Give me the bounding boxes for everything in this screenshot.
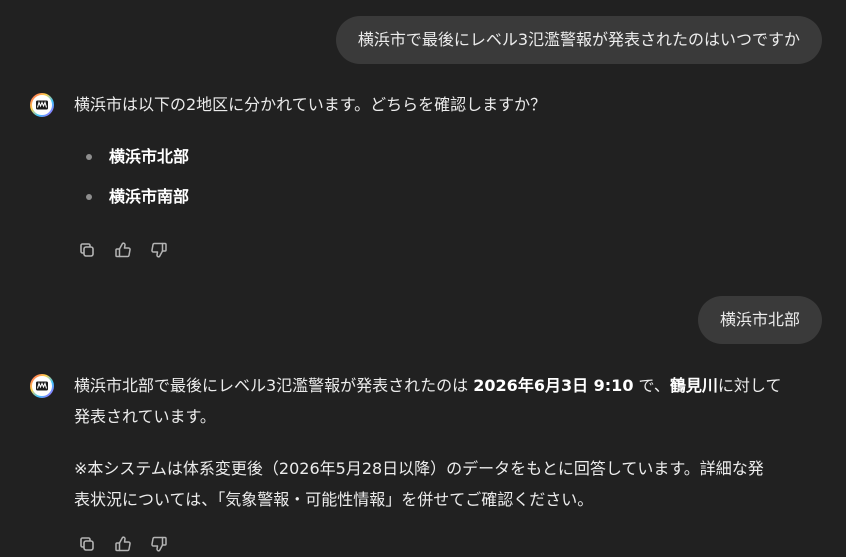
thumbs-down-icon [151, 242, 167, 258]
user-message-bubble: 横浜市で最後にレベル3氾濫警報が発表されたのはいつですか [335, 16, 822, 64]
copy-icon [80, 537, 94, 551]
thumbs-up-icon [115, 536, 131, 552]
district-option-label: 横浜市南部 [109, 187, 190, 206]
assistant-message-text: 横浜市は以下の2地区に分かれています。どちらを確認しますか？ [74, 89, 824, 120]
list-item: 横浜市北部 [86, 137, 189, 177]
note-line-1: ※本システムは体系変更後（2026年5月28日以降）のデータをもとに回答していま… [74, 459, 764, 478]
copy-button[interactable] [76, 239, 98, 261]
message-actions [76, 533, 170, 555]
answer-river: 鶴見川 [669, 376, 718, 395]
thumbs-up-icon [115, 242, 131, 258]
answer-text: で、 [633, 376, 670, 395]
note-line-2: 表状況については、「気象警報・可能性情報」を併せてご確認ください。 [74, 490, 594, 509]
thumbs-down-button[interactable] [148, 239, 170, 261]
assistant-note: ※本システムは体系変更後（2026年5月28日以降）のデータをもとに回答していま… [74, 453, 824, 515]
district-options-list: 横浜市北部 横浜市南部 [86, 137, 189, 217]
list-item: 横浜市南部 [86, 177, 189, 217]
copy-icon [80, 243, 94, 257]
bullet-icon [86, 154, 92, 160]
copy-button[interactable] [76, 533, 98, 555]
user-message-text: 横浜市で最後にレベル3氾濫警報が発表されたのはいつですか [357, 30, 800, 49]
assistant-logo-icon [30, 374, 54, 398]
thumbs-down-icon [151, 536, 167, 552]
district-option-label: 横浜市北部 [109, 147, 190, 166]
user-message-text: 横浜市北部 [719, 310, 800, 329]
answer-line-2: 発表されています。 [74, 407, 216, 426]
message-actions [76, 239, 170, 261]
assistant-logo-icon [30, 93, 54, 117]
thumbs-up-button[interactable] [112, 533, 134, 555]
assistant-avatar [30, 93, 54, 117]
assistant-answer: 横浜市北部で最後にレベル3氾濫警報が発表されたのは 2026年6月3日 9:10… [74, 370, 824, 432]
answer-date: 2026年6月3日 9:10 [473, 376, 634, 395]
answer-text: に対して [717, 376, 782, 395]
bullet-icon [86, 194, 92, 200]
assistant-avatar [30, 374, 54, 398]
answer-text: 横浜市北部で最後にレベル3氾濫警報が発表されたのは [74, 376, 474, 395]
answer-line-1: 横浜市北部で最後にレベル3氾濫警報が発表されたのは 2026年6月3日 9:10… [74, 370, 824, 401]
thumbs-up-button[interactable] [112, 239, 134, 261]
user-message-bubble: 横浜市北部 [697, 296, 822, 344]
thumbs-down-button[interactable] [148, 533, 170, 555]
assistant-message-question: 横浜市は以下の2地区に分かれています。どちらを確認しますか？ [74, 95, 547, 114]
